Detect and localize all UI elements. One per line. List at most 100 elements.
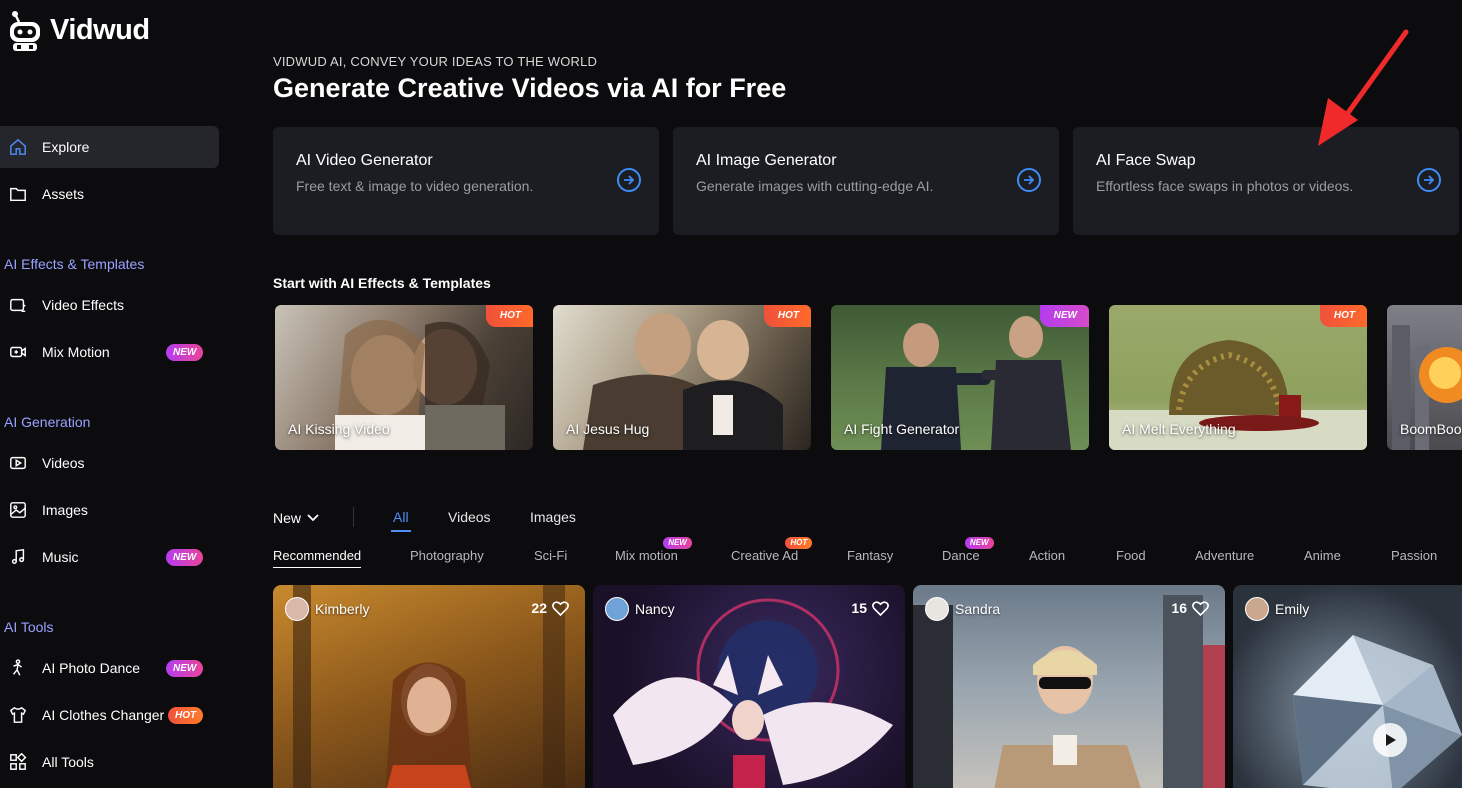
nav-assets[interactable]: Assets xyxy=(0,173,219,215)
nav-photo-dance[interactable]: AI Photo Dance NEW xyxy=(0,647,219,689)
annotation-arrow-icon xyxy=(1318,29,1409,146)
nav-explore[interactable]: Explore xyxy=(0,126,219,168)
category-recommended[interactable]: Recommended xyxy=(273,548,362,568)
template-card-melt[interactable]: HOT AI Melt Everything xyxy=(1109,305,1367,450)
arrow-right-icon[interactable] xyxy=(617,168,641,192)
feature-card-image-generator[interactable]: AI Image Generator Generate images with … xyxy=(673,127,1059,235)
username: Kimberly xyxy=(315,601,370,617)
play-icon[interactable] xyxy=(1373,723,1407,757)
category-passion[interactable]: Passion xyxy=(1391,548,1437,563)
tab-all[interactable]: All xyxy=(391,509,411,532)
video-icon xyxy=(8,453,28,473)
feature-card-video-generator[interactable]: AI Video Generator Free text & image to … xyxy=(273,127,659,235)
like-count: 22 xyxy=(531,600,547,616)
template-card-fight[interactable]: NEW AI Fight Generator xyxy=(831,305,1089,450)
category-food[interactable]: Food xyxy=(1116,548,1146,563)
image-icon xyxy=(8,500,28,520)
hot-badge: HOT xyxy=(785,537,813,549)
username: Sandra xyxy=(955,601,1001,617)
sort-dropdown[interactable]: New xyxy=(273,510,319,526)
avatar xyxy=(285,597,309,621)
nav-video-effects[interactable]: Video Effects xyxy=(0,284,219,326)
new-badge: NEW xyxy=(166,660,204,677)
arrow-right-icon[interactable] xyxy=(1417,168,1441,192)
category-creative-ad[interactable]: Creative Ad HOT xyxy=(731,537,813,563)
music-icon xyxy=(8,547,28,567)
nav-label: Explore xyxy=(42,139,90,155)
nav-music[interactable]: Music NEW xyxy=(0,536,219,578)
templates-section-title: Start with AI Effects & Templates xyxy=(273,275,491,291)
post-card[interactable]: Kimberly 22 xyxy=(273,585,585,788)
new-badge: NEW xyxy=(663,537,692,549)
nav-label: Videos xyxy=(42,455,85,471)
nav-label: All Tools xyxy=(42,754,94,770)
arrow-right-icon[interactable] xyxy=(1017,168,1041,192)
like-count: 15 xyxy=(851,600,867,616)
heart-icon xyxy=(552,600,569,616)
avatar xyxy=(925,597,949,621)
category-photography[interactable]: Photography xyxy=(410,548,484,563)
nav-images[interactable]: Images xyxy=(0,489,219,531)
category-label: Dance xyxy=(942,548,980,563)
category-action[interactable]: Action xyxy=(1029,548,1065,563)
category-label: Mix motion xyxy=(615,548,678,563)
nav-videos[interactable]: Videos xyxy=(0,442,219,484)
new-tag: NEW xyxy=(1039,305,1089,327)
hero-kicker: VIDWUD AI, CONVEY YOUR IDEAS TO THE WORL… xyxy=(273,54,598,69)
feature-desc: Generate images with cutting-edge AI. xyxy=(696,178,934,194)
sidebar: Vidwud Explore Assets AI Effects & Templ… xyxy=(0,0,228,788)
nav-mix-motion[interactable]: Mix Motion NEW xyxy=(0,331,219,373)
feature-desc: Effortless face swaps in photos or video… xyxy=(1096,178,1354,194)
section-title-generation: AI Generation xyxy=(4,414,91,430)
post-user[interactable]: Nancy xyxy=(605,597,675,621)
hot-tag: HOT xyxy=(1319,305,1367,327)
nav-label: Mix Motion xyxy=(42,344,110,360)
post-card[interactable]: Emily xyxy=(1233,585,1462,788)
brand-name: Vidwud xyxy=(50,13,150,46)
nav-label: AI Photo Dance xyxy=(42,660,141,676)
logo[interactable]: Vidwud xyxy=(8,10,150,51)
post-card[interactable]: Sandra 16 xyxy=(913,585,1225,788)
template-card-jesus-hug[interactable]: HOT AI Jesus Hug xyxy=(553,305,811,450)
section-title-effects: AI Effects & Templates xyxy=(4,256,145,272)
dance-icon xyxy=(8,658,28,678)
new-badge: NEW xyxy=(166,549,204,566)
tab-images[interactable]: Images xyxy=(530,509,576,525)
category-fantasy[interactable]: Fantasy xyxy=(847,548,893,563)
template-card-kissing[interactable]: HOT AI Kissing Video xyxy=(275,305,533,450)
shirt-icon xyxy=(8,705,28,725)
category-adventure[interactable]: Adventure xyxy=(1195,548,1254,563)
category-sci-fi[interactable]: Sci-Fi xyxy=(534,548,567,563)
like-button[interactable]: 15 xyxy=(851,600,889,616)
post-user[interactable]: Emily xyxy=(1245,597,1309,621)
hot-badge: HOT xyxy=(168,707,204,724)
like-button[interactable]: 22 xyxy=(531,600,569,616)
template-card-boomboo[interactable]: BoomBoo xyxy=(1387,305,1462,450)
template-label: AI Fight Generator xyxy=(844,421,960,437)
nav-clothes-changer[interactable]: AI Clothes Changer HOT xyxy=(0,694,219,736)
video-effects-icon xyxy=(8,295,28,315)
username: Emily xyxy=(1275,601,1310,617)
post-user[interactable]: Sandra xyxy=(925,597,1000,621)
like-button[interactable]: 16 xyxy=(1171,600,1209,616)
new-badge: NEW xyxy=(964,537,994,549)
like-count: 16 xyxy=(1171,600,1187,616)
nav-all-tools[interactable]: All Tools xyxy=(0,741,219,783)
category-dance[interactable]: Dance NEW xyxy=(942,537,994,563)
nav-label: Music xyxy=(42,549,79,565)
hot-tag: HOT xyxy=(485,305,533,327)
template-label: BoomBoo xyxy=(1400,421,1462,437)
post-user[interactable]: Kimberly xyxy=(285,597,369,621)
category-anime[interactable]: Anime xyxy=(1304,548,1341,563)
chevron-down-icon xyxy=(307,514,319,522)
tab-videos[interactable]: Videos xyxy=(448,509,491,525)
feature-title: AI Video Generator xyxy=(296,152,433,169)
category-mix-motion[interactable]: Mix motion NEW xyxy=(615,537,692,563)
section-title-tools: AI Tools xyxy=(4,619,54,635)
post-card[interactable]: Nancy 15 xyxy=(593,585,905,788)
folder-icon xyxy=(8,184,28,204)
home-icon xyxy=(8,137,28,157)
camera-icon xyxy=(8,342,28,362)
feature-title: AI Face Swap xyxy=(1096,152,1196,169)
new-badge: NEW xyxy=(166,344,204,361)
